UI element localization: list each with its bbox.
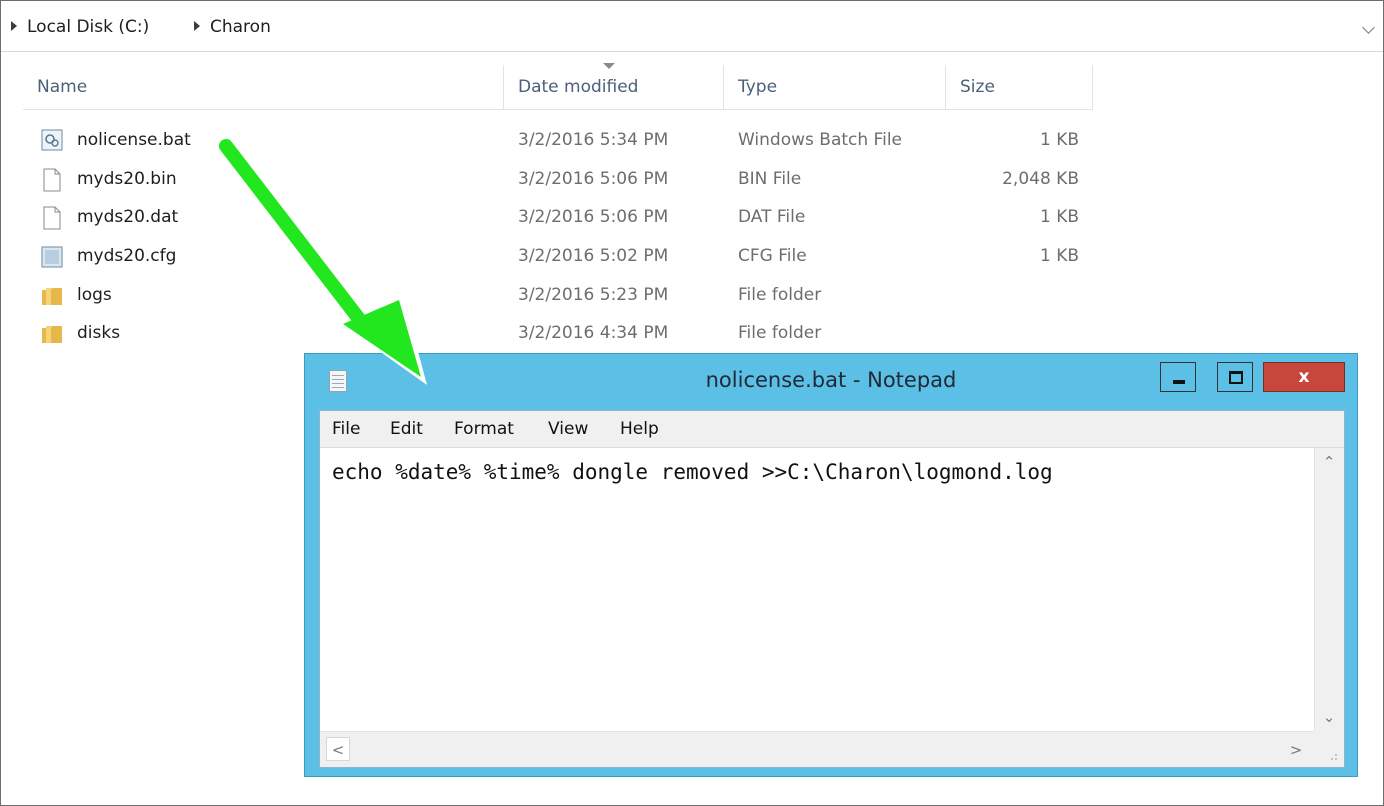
file-type: DAT File bbox=[738, 207, 806, 227]
file-size: 2,048 KB bbox=[1002, 169, 1079, 189]
file-row[interactable]: myds20.bin 3/2/2016 5:06 PM BIN File 2,0… bbox=[23, 160, 1093, 198]
file-name: myds20.dat bbox=[77, 207, 179, 227]
file-date: 3/2/2016 5:06 PM bbox=[518, 169, 669, 189]
folder-icon bbox=[42, 326, 62, 343]
file-row[interactable]: nolicense.bat 3/2/2016 5:34 PM Windows B… bbox=[23, 121, 1093, 159]
breadcrumb-charon[interactable]: Charon bbox=[210, 17, 271, 37]
notepad-window[interactable]: nolicense.bat - Notepad x File Edit Form… bbox=[304, 353, 1358, 777]
horizontal-scrollbar[interactable]: < > bbox=[320, 731, 1316, 767]
file-name: myds20.bin bbox=[77, 169, 177, 189]
file-type: File folder bbox=[738, 285, 822, 305]
breadcrumb-arrow-icon[interactable] bbox=[194, 21, 200, 31]
file-date: 3/2/2016 5:06 PM bbox=[518, 207, 669, 227]
menu-edit[interactable]: Edit bbox=[390, 419, 423, 439]
address-bar[interactable]: Local Disk (C:) Charon bbox=[1, 1, 1383, 52]
column-header-size[interactable]: Size bbox=[946, 65, 1093, 109]
breadcrumb-arrow-icon[interactable] bbox=[11, 21, 17, 31]
config-file-icon bbox=[41, 246, 63, 268]
file-name: nolicense.bat bbox=[77, 130, 191, 150]
menu-help[interactable]: Help bbox=[620, 419, 659, 439]
file-date: 3/2/2016 5:34 PM bbox=[518, 130, 669, 150]
file-row[interactable]: myds20.dat 3/2/2016 5:06 PM DAT File 1 K… bbox=[23, 198, 1093, 236]
column-header-date[interactable]: Date modified bbox=[504, 65, 724, 109]
text-editor[interactable]: echo %date% %time% dongle removed >>C:\C… bbox=[320, 448, 1313, 731]
menu-view[interactable]: View bbox=[548, 419, 588, 439]
file-date: 3/2/2016 4:34 PM bbox=[518, 323, 669, 343]
file-type: Windows Batch File bbox=[738, 130, 903, 150]
file-name: logs bbox=[77, 285, 112, 305]
file-date: 3/2/2016 5:02 PM bbox=[518, 246, 669, 266]
menu-file[interactable]: File bbox=[332, 419, 360, 439]
file-name: disks bbox=[77, 323, 121, 343]
close-button[interactable]: x bbox=[1263, 362, 1345, 392]
file-size: 1 KB bbox=[1039, 130, 1079, 150]
notepad-title: nolicense.bat - Notepad bbox=[705, 368, 957, 392]
scroll-left-icon[interactable]: < bbox=[324, 736, 352, 764]
notepad-client: File Edit Format View Help echo %date% %… bbox=[319, 410, 1345, 768]
file-icon bbox=[43, 168, 61, 192]
file-size: 1 KB bbox=[1039, 246, 1079, 266]
resize-grip[interactable] bbox=[1314, 731, 1344, 767]
file-name: myds20.cfg bbox=[77, 246, 177, 266]
breadcrumb-local-disk[interactable]: Local Disk (C:) bbox=[27, 17, 149, 37]
column-header-name[interactable]: Name bbox=[23, 65, 504, 109]
scroll-right-icon[interactable]: > bbox=[1282, 736, 1310, 764]
minimize-button[interactable] bbox=[1160, 362, 1196, 392]
scroll-up-icon[interactable]: ⌃ bbox=[1315, 448, 1343, 476]
scroll-down-icon[interactable]: ⌄ bbox=[1315, 703, 1343, 731]
menu-bar: File Edit Format View Help bbox=[320, 411, 1344, 448]
folder-row[interactable]: disks 3/2/2016 4:34 PM File folder bbox=[23, 314, 1093, 352]
file-type: File folder bbox=[738, 323, 822, 343]
file-icon bbox=[43, 206, 61, 230]
file-size: 1 KB bbox=[1039, 207, 1079, 227]
batch-file-icon bbox=[41, 129, 63, 151]
file-date: 3/2/2016 5:23 PM bbox=[518, 285, 669, 305]
column-header-row: Name Date modified Type Size bbox=[23, 65, 1093, 110]
folder-icon bbox=[42, 288, 62, 305]
maximize-button[interactable] bbox=[1217, 362, 1253, 392]
menu-format[interactable]: Format bbox=[454, 419, 514, 439]
folder-row[interactable]: logs 3/2/2016 5:23 PM File folder bbox=[23, 276, 1093, 314]
chevron-down-icon[interactable] bbox=[1362, 21, 1375, 34]
file-type: BIN File bbox=[738, 169, 802, 189]
column-header-type[interactable]: Type bbox=[724, 65, 946, 109]
file-row[interactable]: myds20.cfg 3/2/2016 5:02 PM CFG File 1 K… bbox=[23, 237, 1093, 275]
file-type: CFG File bbox=[738, 246, 807, 266]
vertical-scrollbar[interactable]: ⌃ ⌄ bbox=[1314, 448, 1344, 731]
